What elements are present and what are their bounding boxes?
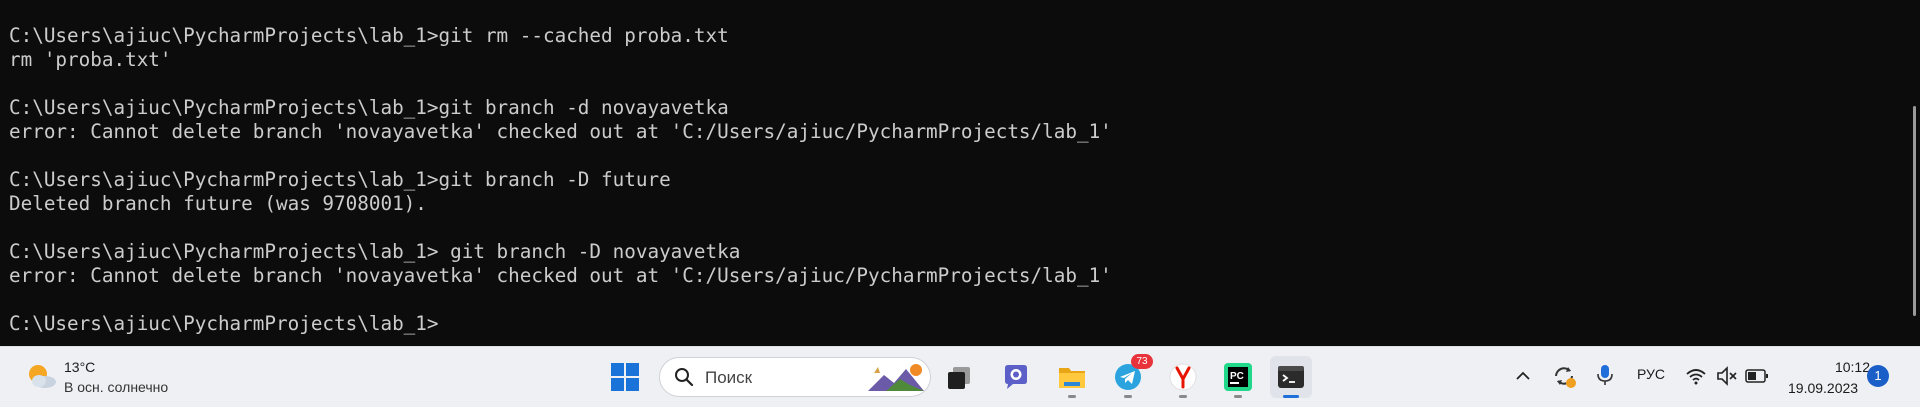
clock-date[interactable]: 19.09.2023 [1788,380,1858,396]
unread-badge: 73 [1131,354,1153,369]
terminal-button[interactable] [1270,356,1312,398]
terminal-output: C:\Users\ajiuc\PycharmProjects\lab_1>git… [9,24,1112,336]
chat-button[interactable] [995,356,1037,398]
terminal-prompt[interactable]: C:\Users\ajiuc\PycharmProjects\lab_1> [9,312,1112,336]
terminal-window[interactable]: C:\Users\ajiuc\PycharmProjects\lab_1>git… [0,0,1920,346]
task-view-button[interactable] [938,356,980,398]
terminal-line: C:\Users\ajiuc\PycharmProjects\lab_1>git… [9,168,671,191]
file-explorer-button[interactable] [1051,356,1093,398]
terminal-scrollbar[interactable] [1913,106,1916,316]
volume-muted-icon[interactable] [1716,366,1738,386]
battery-icon[interactable] [1745,368,1769,384]
language-indicator[interactable]: РУС [1637,366,1665,382]
windows-logo-icon [611,363,639,391]
terminal-line: Deleted branch future (was 9708001). [9,192,427,215]
chat-icon [1005,365,1027,389]
notification-center-badge[interactable]: 1 [1867,365,1889,387]
microphone-icon[interactable] [1595,363,1615,387]
terminal-icon [1278,366,1304,388]
terminal-line: C:\Users\ajiuc\PycharmProjects\lab_1>git… [9,96,729,119]
wifi-icon[interactable] [1685,366,1707,386]
running-indicator [1234,395,1242,398]
chevron-up-icon[interactable] [1514,367,1532,385]
running-indicator [1068,395,1076,398]
terminal-line: error: Cannot delete branch 'novayavetka… [9,264,1112,287]
search-highlight-image [868,364,924,391]
pycharm-icon: PC [1224,363,1252,391]
search-icon [675,368,694,387]
weather-temperature: 13°C [64,359,96,375]
terminal-line: C:\Users\ajiuc\PycharmProjects\lab_1> gi… [9,240,741,263]
task-view-icon [948,367,970,389]
partly-sunny-icon [29,365,56,388]
terminal-line: C:\Users\ajiuc\PycharmProjects\lab_1>git… [9,24,729,47]
telegram-button[interactable]: 73 [1107,354,1153,398]
pycharm-button[interactable]: PC [1217,356,1259,398]
taskbar: 13°C В осн. солнечно Поиск 73 PC РУС 10:… [0,346,1920,407]
svg-text:PC: PC [1230,371,1244,382]
taskbar-search[interactable]: Поиск [659,357,931,397]
sync-icon[interactable] [1551,363,1577,389]
start-button[interactable] [604,356,646,398]
folder-icon [1059,368,1085,388]
yandex-browser-button[interactable] [1162,356,1204,398]
running-indicator [1179,395,1187,398]
search-placeholder: Поиск [705,368,753,387]
terminal-line: rm 'proba.txt' [9,48,172,71]
running-indicator [1283,395,1299,398]
weather-description: В осн. солнечно [64,379,169,395]
clock-time[interactable]: 10:12 [1800,359,1870,375]
yandex-icon [1169,363,1197,391]
running-indicator [1124,395,1132,398]
terminal-line: error: Cannot delete branch 'novayavetka… [9,120,1112,143]
